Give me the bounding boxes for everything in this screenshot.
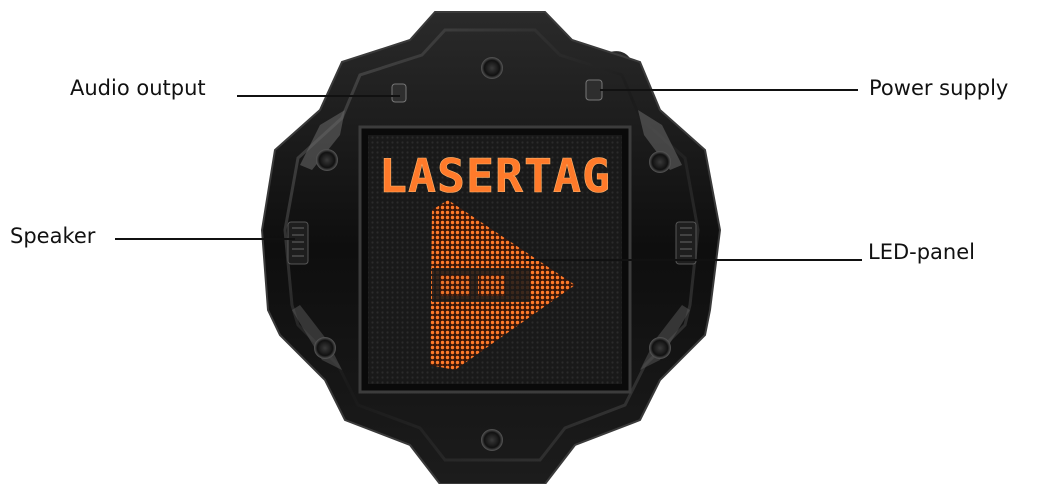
power-supply-leader-line — [600, 89, 858, 91]
screw-left-bottom — [314, 337, 336, 359]
screw-left-top — [316, 149, 338, 171]
speaker-leader-line — [115, 238, 295, 240]
speaker-label: Speaker — [10, 224, 96, 248]
audio-output-leader-line — [237, 95, 400, 97]
speaker-grille-right — [675, 221, 697, 265]
screw-right-bottom — [649, 337, 671, 359]
led-panel-label: LED-panel — [868, 240, 975, 264]
screw-right-top — [649, 151, 671, 173]
screw-top — [481, 57, 503, 79]
audio-output-label: Audio output — [70, 76, 206, 100]
screw-bottom — [481, 429, 503, 451]
led-panel-leader-line — [526, 259, 862, 261]
audio-jack — [391, 83, 407, 103]
speaker-grille — [287, 221, 309, 265]
power-supply-label: Power supply — [869, 76, 1009, 100]
led-text: LASERTAG — [379, 149, 611, 203]
